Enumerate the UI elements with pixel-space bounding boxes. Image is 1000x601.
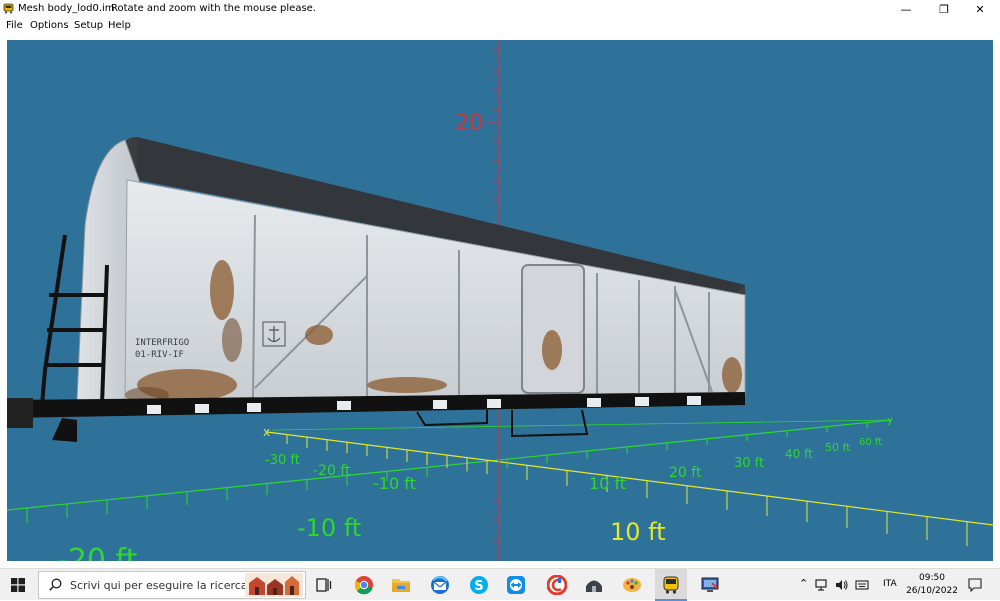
ground-labels: -10 ft 10 ft -20 ft <box>57 514 666 561</box>
dome-app-icon <box>586 580 602 592</box>
menu-options[interactable]: Options <box>30 20 69 31</box>
search-box[interactable]: Scrivi qui per eseguire la ricerca <box>38 571 306 599</box>
train-icon <box>663 576 679 594</box>
windows-icon <box>11 578 25 592</box>
file-explorer-button[interactable] <box>389 573 413 597</box>
search-icon <box>49 578 62 591</box>
paint-app-button[interactable] <box>620 573 644 597</box>
thunderbird-button[interactable] <box>428 573 452 597</box>
network-icon[interactable] <box>815 578 829 592</box>
palette-icon <box>623 578 641 592</box>
skype-icon: S <box>470 576 488 594</box>
mesh-viewer-button[interactable] <box>659 573 683 597</box>
ground-label: -10 ft <box>297 514 361 542</box>
monitor-app-icon <box>701 577 719 592</box>
teamviewer-button[interactable] <box>504 573 528 597</box>
keyboard-icon[interactable] <box>855 578 869 592</box>
ccleaner-icon <box>547 575 567 595</box>
clock-date: 26/10/2022 <box>906 586 958 596</box>
folder-icon <box>392 579 410 592</box>
chrome-button[interactable] <box>352 573 376 597</box>
title-bar[interactable]: Mesh body_lod0.im Rotate and zoom with t… <box>0 0 1000 18</box>
task-view-icon <box>316 578 332 592</box>
scene-canvas[interactable]: 20 INTERFRIGO 01-RIV-IF x y -30 ft -20 f… <box>7 40 993 561</box>
x-axis-letter: x <box>263 425 270 439</box>
thunderbird-icon <box>431 576 449 594</box>
y-axis-letter: y <box>887 415 893 426</box>
clock[interactable]: 09:50 26/10/2022 <box>900 572 964 598</box>
3d-viewport[interactable]: 20 INTERFRIGO 01-RIV-IF x y -30 ft -20 f… <box>7 40 993 561</box>
search-highlight-illustration <box>245 573 303 597</box>
y-tick-label: 60 ft <box>859 437 882 448</box>
search-placeholder: Scrivi qui per eseguire la ricerca <box>70 579 248 592</box>
window-hint: Rotate and zoom with the mouse please. <box>111 3 316 14</box>
system-app-button[interactable] <box>698 573 722 597</box>
chrome-icon <box>354 576 373 595</box>
minimize-button[interactable]: — <box>888 0 924 18</box>
y-tick-label: 20 ft <box>669 465 702 481</box>
close-button[interactable]: ✕ <box>962 0 998 18</box>
notification-icon[interactable] <box>968 578 982 592</box>
x-tick-label: -30 ft <box>265 453 300 468</box>
x-tick-label: -10 ft <box>373 474 416 493</box>
restore-button[interactable]: ❐ <box>926 0 962 18</box>
language-indicator[interactable]: ITA <box>883 579 897 589</box>
x-axis-tick-labels: -30 ft -20 ft -10 ft 10 ft <box>265 453 626 493</box>
task-view-button[interactable] <box>312 573 336 597</box>
wagon-marking-2: 01-RIV-IF <box>135 350 184 360</box>
menu-file[interactable]: File <box>6 20 23 31</box>
taskbar: Scrivi qui per eseguire la ricerca S ⌃ I… <box>0 568 1000 601</box>
y-tick-label: 40 ft <box>785 447 813 461</box>
menu-help[interactable]: Help <box>108 20 131 31</box>
window-title: Mesh body_lod0.im <box>18 3 115 14</box>
train-app-icon <box>3 3 14 14</box>
ground-label: 10 ft <box>610 518 666 546</box>
teamviewer-icon <box>507 576 525 594</box>
wagon-marking-1: INTERFRIGO <box>135 338 189 348</box>
ccleaner-button[interactable] <box>545 573 569 597</box>
x-tick-label: 10 ft <box>589 474 626 493</box>
y-axis-tick-labels: 20 ft 30 ft 40 ft 50 ft 60 ft <box>669 437 882 481</box>
start-button[interactable] <box>0 569 36 601</box>
y-tick-label: 50 ft <box>825 441 851 454</box>
freight-wagon-model[interactable]: INTERFRIGO 01-RIV-IF <box>7 136 746 442</box>
app-window: Mesh body_lod0.im Rotate and zoom with t… <box>0 0 1000 568</box>
menu-bar: File Options Setup Help <box>0 18 1000 34</box>
svg-text:S: S <box>474 579 483 594</box>
ground-label: -20 ft <box>57 543 138 561</box>
x-tick-label: -20 ft <box>313 463 351 479</box>
vertical-axis-label: 20 <box>455 111 483 136</box>
app-viewer-button[interactable] <box>582 573 606 597</box>
clock-time: 09:50 <box>919 573 945 583</box>
skype-button[interactable]: S <box>467 573 491 597</box>
menu-setup[interactable]: Setup <box>74 20 103 31</box>
volume-icon[interactable] <box>835 578 849 592</box>
ground-grid <box>7 419 993 546</box>
y-tick-label: 30 ft <box>734 456 764 471</box>
chevron-up-icon[interactable]: ⌃ <box>799 577 808 590</box>
